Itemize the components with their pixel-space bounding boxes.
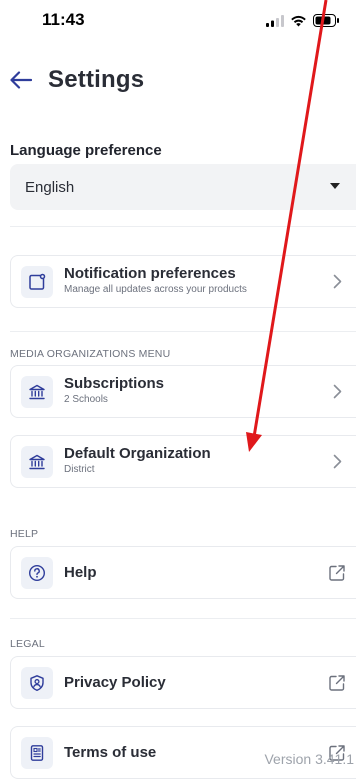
arrow-left-icon <box>10 71 32 89</box>
status-time: 11:43 <box>42 10 85 29</box>
bank-building-icon <box>21 376 53 408</box>
privacy-policy-item[interactable]: Privacy Policy <box>10 656 356 709</box>
help-title: Help <box>64 564 97 581</box>
terms-of-use-title: Terms of use <box>64 744 157 761</box>
default-organization-subtitle: District <box>64 464 95 475</box>
language-select[interactable]: English <box>10 164 356 210</box>
page-title: Settings <box>48 66 145 93</box>
header: Settings <box>10 60 144 100</box>
chevron-right-icon <box>333 384 342 399</box>
external-link-icon <box>329 675 345 691</box>
chevron-right-icon <box>333 454 342 469</box>
battery-icon <box>313 14 339 27</box>
question-circle-icon <box>21 557 53 589</box>
default-organization-title: Default Organization <box>64 445 211 462</box>
media-section-label: MEDIA ORGANIZATIONS MENU <box>10 348 171 360</box>
back-button[interactable] <box>10 60 40 100</box>
bank-building-icon <box>21 446 53 478</box>
shield-user-icon <box>21 667 53 699</box>
default-organization-item[interactable]: Default Organization District <box>10 435 356 488</box>
document-icon <box>21 737 53 769</box>
help-item[interactable]: Help <box>10 546 356 599</box>
subscriptions-subtitle: 2 Schools <box>64 394 108 405</box>
chevron-right-icon <box>333 274 342 289</box>
divider <box>10 226 356 227</box>
notification-preferences-title: Notification preferences <box>64 265 236 282</box>
divider <box>10 331 356 332</box>
external-link-icon <box>329 565 345 581</box>
language-label: Language preference <box>10 142 162 159</box>
cellular-signal-icon <box>266 14 284 27</box>
divider <box>10 618 356 619</box>
legal-section-label: LEGAL <box>10 638 45 650</box>
status-icons <box>266 14 340 27</box>
version-label: Version 3.41.1 <box>264 751 354 767</box>
wifi-icon <box>291 15 306 26</box>
notification-square-icon <box>21 266 53 298</box>
language-selected-value: English <box>25 178 75 196</box>
notification-preferences-subtitle: Manage all updates across your products <box>64 284 247 295</box>
caret-down-icon <box>330 183 340 189</box>
help-section-label: HELP <box>10 528 39 540</box>
subscriptions-item[interactable]: Subscriptions 2 Schools <box>10 365 356 418</box>
privacy-policy-title: Privacy Policy <box>64 674 166 691</box>
status-bar: 11:43 <box>0 0 356 44</box>
notification-preferences-item[interactable]: Notification preferences Manage all upda… <box>10 255 356 308</box>
subscriptions-title: Subscriptions <box>64 375 165 392</box>
